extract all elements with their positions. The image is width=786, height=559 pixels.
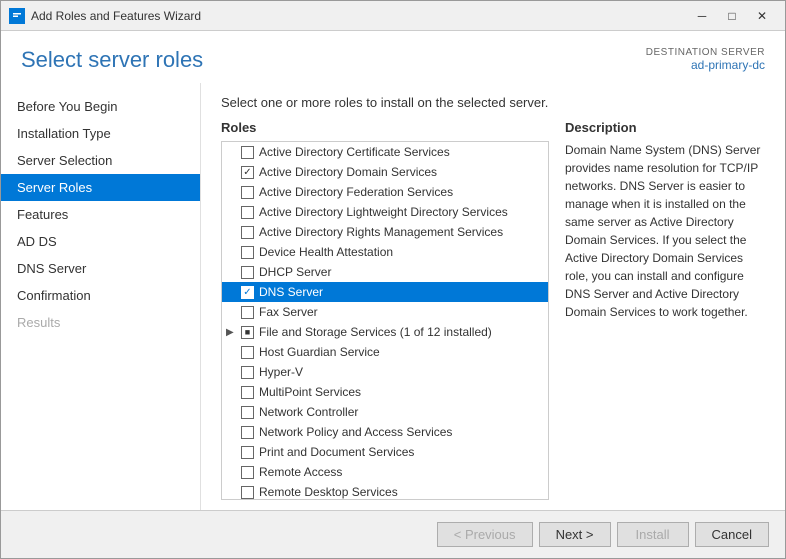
checkbox-16[interactable]	[241, 466, 254, 479]
role-label-6: DHCP Server	[259, 265, 331, 279]
checkbox-8[interactable]	[241, 306, 254, 319]
checkbox-2[interactable]	[241, 186, 254, 199]
description-label: Description	[565, 120, 765, 135]
destination-info: DESTINATION SERVER ad-primary-dc	[646, 47, 765, 72]
checkbox-1[interactable]: ✓	[241, 166, 254, 179]
sidebar-item-8: Results	[1, 309, 200, 336]
role-item-13[interactable]: Network Controller	[222, 402, 548, 422]
role-item-10[interactable]: Host Guardian Service	[222, 342, 548, 362]
sidebar-item-1[interactable]: Installation Type	[1, 120, 200, 147]
destination-server: ad-primary-dc	[646, 58, 765, 72]
next-button[interactable]: Next >	[539, 522, 611, 547]
role-item-17[interactable]: Remote Desktop Services	[222, 482, 548, 500]
two-column-layout: Roles Active Directory Certificate Servi…	[221, 120, 765, 500]
previous-button[interactable]: < Previous	[437, 522, 533, 547]
main-content: Select one or more roles to install on t…	[201, 83, 785, 510]
checkbox-13[interactable]	[241, 406, 254, 419]
install-button[interactable]: Install	[617, 522, 689, 547]
sidebar-item-4[interactable]: Features	[1, 201, 200, 228]
role-label-13: Network Controller	[259, 405, 358, 419]
role-label-11: Hyper-V	[259, 365, 303, 379]
wizard-icon	[9, 8, 25, 24]
role-label-8: Fax Server	[259, 305, 318, 319]
checkbox-9[interactable]: ■	[241, 326, 254, 339]
roles-label: Roles	[221, 120, 549, 135]
role-item-1[interactable]: ✓ Active Directory Domain Services	[222, 162, 548, 182]
maximize-button[interactable]: □	[717, 5, 747, 27]
close-button[interactable]: ✕	[747, 5, 777, 27]
sidebar: Before You BeginInstallation TypeServer …	[1, 83, 201, 510]
role-item-4[interactable]: Active Directory Rights Management Servi…	[222, 222, 548, 242]
role-label-14: Network Policy and Access Services	[259, 425, 452, 439]
footer: < Previous Next > Install Cancel	[1, 510, 785, 558]
role-item-11[interactable]: Hyper-V	[222, 362, 548, 382]
role-item-12[interactable]: MultiPoint Services	[222, 382, 548, 402]
role-item-15[interactable]: Print and Document Services	[222, 442, 548, 462]
checkbox-10[interactable]	[241, 346, 254, 359]
roles-list: Active Directory Certificate Services ✓ Ac…	[222, 142, 548, 500]
role-label-17: Remote Desktop Services	[259, 485, 398, 499]
role-item-16[interactable]: Remote Access	[222, 462, 548, 482]
content-area: Before You BeginInstallation TypeServer …	[1, 83, 785, 510]
page-header: Select server roles DESTINATION SERVER a…	[1, 31, 785, 83]
role-item-6[interactable]: DHCP Server	[222, 262, 548, 282]
role-label-10: Host Guardian Service	[259, 345, 380, 359]
role-label-0: Active Directory Certificate Services	[259, 145, 450, 159]
sidebar-item-2[interactable]: Server Selection	[1, 147, 200, 174]
checkbox-5[interactable]	[241, 246, 254, 259]
checkbox-6[interactable]	[241, 266, 254, 279]
role-item-8[interactable]: Fax Server	[222, 302, 548, 322]
description-panel: Description Domain Name System (DNS) Ser…	[565, 120, 765, 500]
cancel-button[interactable]: Cancel	[695, 522, 769, 547]
page-title: Select server roles	[21, 47, 203, 73]
titlebar: Add Roles and Features Wizard ─ □ ✕	[1, 1, 785, 31]
instruction-text: Select one or more roles to install on t…	[221, 95, 765, 110]
sidebar-item-7[interactable]: Confirmation	[1, 282, 200, 309]
role-item-5[interactable]: Device Health Attestation	[222, 242, 548, 262]
role-label-15: Print and Document Services	[259, 445, 414, 459]
role-label-3: Active Directory Lightweight Directory S…	[259, 205, 508, 219]
sidebar-item-5[interactable]: AD DS	[1, 228, 200, 255]
main-inner: Select one or more roles to install on t…	[201, 83, 785, 510]
checkbox-7[interactable]: ✓	[241, 286, 254, 299]
role-item-0[interactable]: Active Directory Certificate Services	[222, 142, 548, 162]
minimize-button[interactable]: ─	[687, 5, 717, 27]
role-label-4: Active Directory Rights Management Servi…	[259, 225, 503, 239]
sidebar-item-3[interactable]: Server Roles	[1, 174, 200, 201]
role-label-16: Remote Access	[259, 465, 342, 479]
sidebar-item-6[interactable]: DNS Server	[1, 255, 200, 282]
checkbox-4[interactable]	[241, 226, 254, 239]
checkbox-12[interactable]	[241, 386, 254, 399]
sidebar-item-0[interactable]: Before You Begin	[1, 93, 200, 120]
destination-label: DESTINATION SERVER	[646, 47, 765, 58]
checkbox-14[interactable]	[241, 426, 254, 439]
role-item-2[interactable]: Active Directory Federation Services	[222, 182, 548, 202]
checkbox-15[interactable]	[241, 446, 254, 459]
role-label-1: Active Directory Domain Services	[259, 165, 437, 179]
roles-list-container[interactable]: Active Directory Certificate Services ✓ Ac…	[221, 141, 549, 500]
role-label-2: Active Directory Federation Services	[259, 185, 453, 199]
description-text: Domain Name System (DNS) Server provides…	[565, 141, 765, 321]
role-item-3[interactable]: Active Directory Lightweight Directory S…	[222, 202, 548, 222]
checkbox-11[interactable]	[241, 366, 254, 379]
role-item-7[interactable]: ✓ DNS Server	[222, 282, 548, 302]
role-item-9[interactable]: ▶■ File and Storage Services (1 of 12 ins…	[222, 322, 548, 342]
main-window: Add Roles and Features Wizard ─ □ ✕ Sele…	[0, 0, 786, 559]
role-label-5: Device Health Attestation	[259, 245, 393, 259]
checkbox-17[interactable]	[241, 486, 254, 499]
roles-panel: Roles Active Directory Certificate Servi…	[221, 120, 549, 500]
role-label-7: DNS Server	[259, 285, 323, 299]
expand-icon-9: ▶	[226, 327, 238, 338]
checkbox-3[interactable]	[241, 206, 254, 219]
role-item-14[interactable]: Network Policy and Access Services	[222, 422, 548, 442]
role-label-9: File and Storage Services (1 of 12 insta…	[259, 325, 492, 339]
checkbox-0[interactable]	[241, 146, 254, 159]
role-label-12: MultiPoint Services	[259, 385, 361, 399]
titlebar-controls: ─ □ ✕	[687, 5, 777, 27]
window-title: Add Roles and Features Wizard	[31, 9, 687, 23]
